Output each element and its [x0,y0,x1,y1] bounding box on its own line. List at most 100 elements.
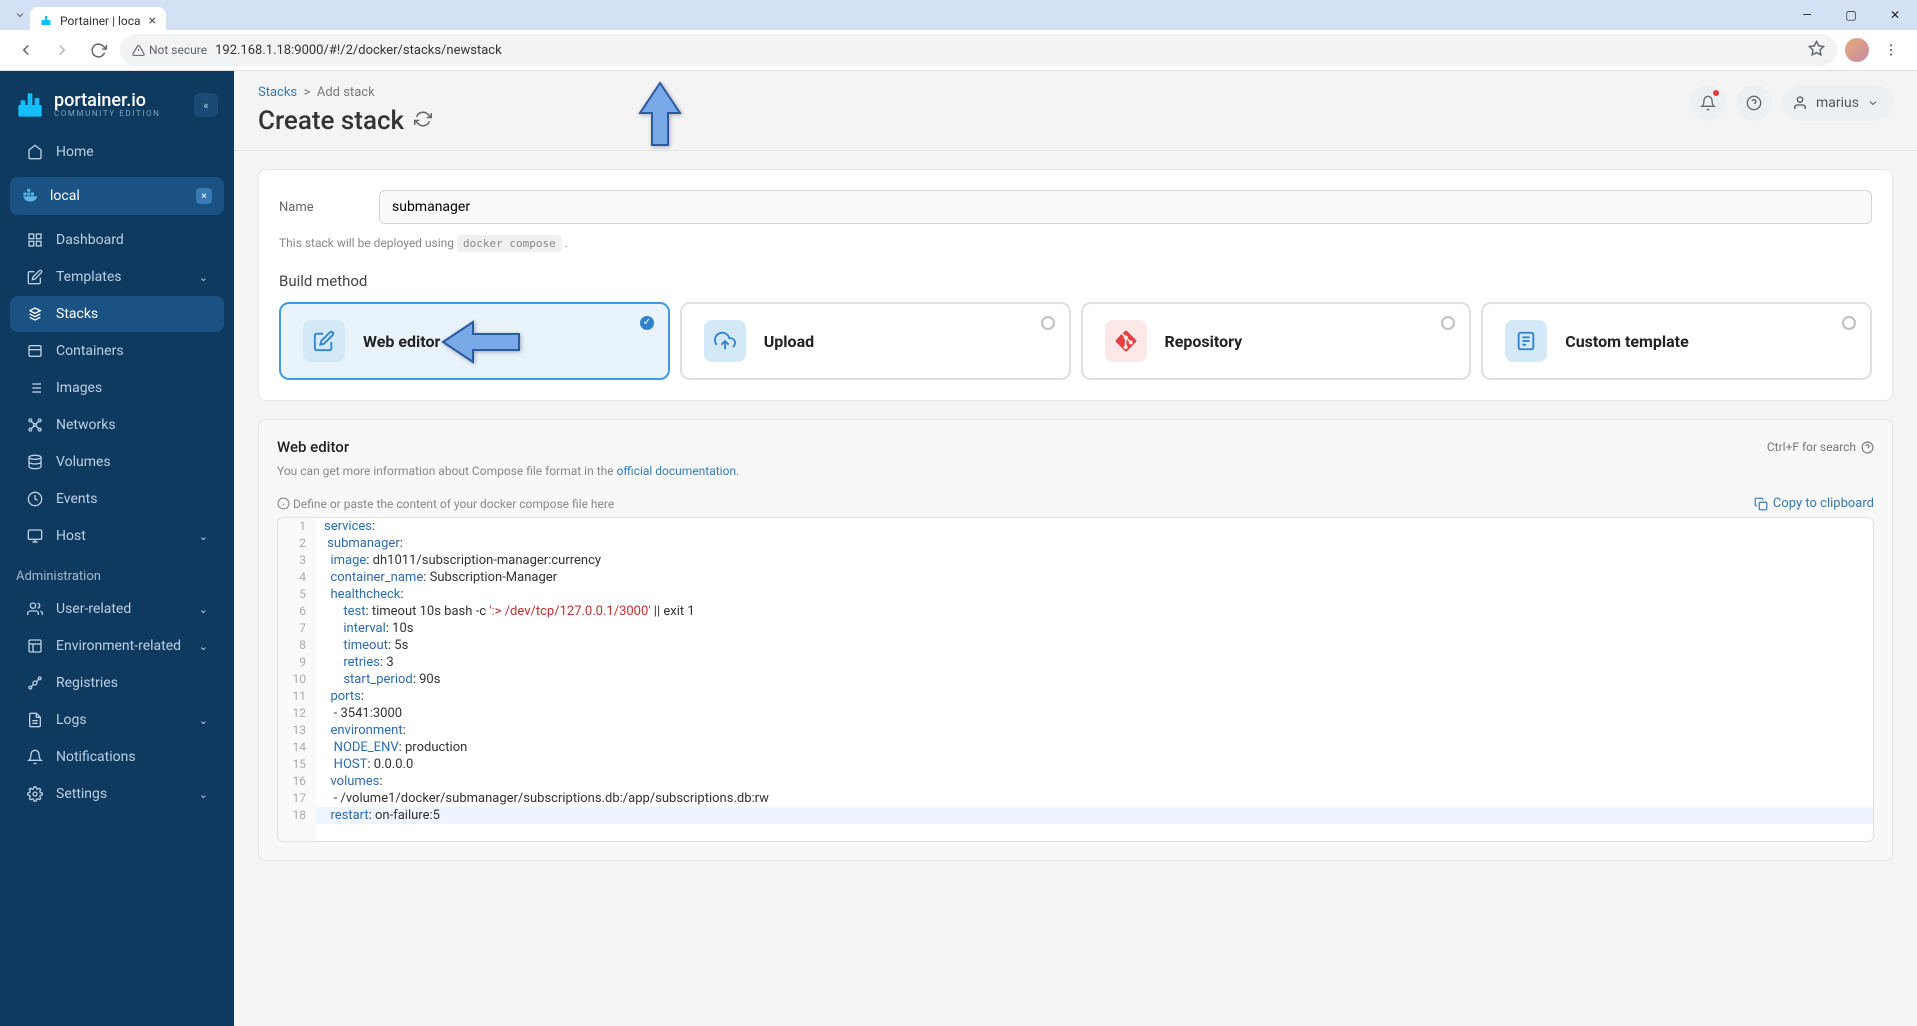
method-web-editor[interactable]: Web editor [279,302,670,380]
method-radio-icon [1842,316,1856,330]
warning-icon [132,44,145,57]
notifications-button[interactable] [1690,85,1726,121]
nav-reload-button[interactable] [84,36,112,64]
maximize-button[interactable]: ▢ [1829,0,1873,30]
sidebar: portainer.io COMMUNITY EDITION « Home lo… [0,71,234,1026]
annotation-arrow-web-editor [431,310,531,378]
chevron-down-icon: ⌄ [199,603,208,616]
nav-back-button[interactable] [12,36,40,64]
sidebar-admin-item-logs[interactable]: Logs⌄ [10,702,224,738]
tab-title: Portainer | loca [60,14,141,28]
admin-icon [26,711,44,729]
browser-menu-button[interactable] [1877,36,1905,64]
sidebar-section-admin: Administration [0,555,234,590]
refresh-icon[interactable] [414,110,432,133]
help-button[interactable] [1736,85,1772,121]
security-chip[interactable]: Not secure [132,43,207,57]
sidebar-item-networks[interactable]: Networks [10,407,224,443]
breadcrumb: Stacks > Add stack [258,85,432,100]
templates-icon [26,268,44,286]
environment-chip[interactable]: local × [10,177,224,215]
sidebar-collapse-button[interactable]: « [194,93,218,117]
editor-placeholder-hint: Define or paste the content of your dock… [293,497,614,511]
url-text: 192.168.1.18:9000/#!/2/docker/stacks/new… [215,43,502,58]
admin-icon [26,637,44,655]
docker-icon [22,185,40,207]
sidebar-item-host[interactable]: Host⌄ [10,518,224,554]
browser-toolbar: Not secure 192.168.1.18:9000/#!/2/docker… [0,30,1917,70]
method-upload[interactable]: Upload [680,302,1071,380]
tab-close-icon[interactable]: × [149,13,156,29]
chevron-down-icon: ⌄ [199,788,208,801]
chevron-down-icon: ⌄ [199,530,208,543]
name-label: Name [279,200,379,215]
pencil-square-icon [303,320,345,362]
copy-to-clipboard-button[interactable]: Copy to clipboard [1754,496,1874,511]
admin-icon [26,748,44,766]
portainer-favicon-icon [40,15,52,27]
sidebar-item-images[interactable]: Images [10,370,224,406]
stacks-icon [26,305,44,323]
portainer-logo-icon [16,91,44,119]
sidebar-item-dashboard[interactable]: Dashboard [10,222,224,258]
stack-name-input[interactable] [379,190,1872,224]
method-radio-selected-icon [640,316,654,330]
web-editor-card: Web editor Ctrl+F for search You can get… [258,419,1893,861]
sidebar-admin-item-settings[interactable]: Settings⌄ [10,776,224,812]
user-menu[interactable]: marius [1782,85,1893,121]
sidebar-admin-item-notifications[interactable]: Notifications [10,739,224,775]
breadcrumb-stacks-link[interactable]: Stacks [258,85,297,100]
minimize-button[interactable]: — [1785,0,1829,30]
method-radio-icon [1441,316,1455,330]
git-icon [1105,320,1147,362]
app-shell: portainer.io COMMUNITY EDITION « Home lo… [0,70,1917,1026]
build-method-grid: Web editor Upload [279,302,1872,380]
method-radio-icon [1041,316,1055,330]
method-custom-template[interactable]: Custom template [1481,302,1872,380]
nav-forward-button[interactable] [48,36,76,64]
chevron-down-icon: ⌄ [199,714,208,727]
web-editor-title: Web editor [277,438,349,456]
page-header: Stacks > Add stack Create stack [234,71,1917,151]
method-repository[interactable]: Repository [1081,302,1472,380]
sidebar-item-stacks[interactable]: Stacks [10,296,224,332]
search-hint: Ctrl+F for search [1767,440,1874,454]
browser-tab[interactable]: Portainer | loca × [30,7,166,35]
chevron-down-icon: ⌄ [199,640,208,653]
chevron-down-icon [1867,97,1879,109]
main-content: Stacks > Add stack Create stack [234,71,1917,1026]
bookmark-star-icon[interactable] [1808,40,1825,61]
compose-editor[interactable]: 1services:2 submanager:3 image: dh1011/s… [277,517,1874,842]
close-button[interactable]: ✕ [1873,0,1917,30]
containers-icon [26,342,44,360]
sidebar-item-home[interactable]: Home [10,134,224,170]
admin-icon [26,600,44,618]
env-close-icon[interactable]: × [196,188,212,204]
sidebar-item-containers[interactable]: Containers [10,333,224,369]
help-circle-icon [1861,441,1874,454]
sidebar-admin-item-user-related[interactable]: User-related⌄ [10,591,224,627]
sidebar-admin-item-registries[interactable]: Registries [10,665,224,701]
profile-avatar[interactable] [1845,38,1869,62]
sidebar-item-volumes[interactable]: Volumes [10,444,224,480]
sidebar-item-events[interactable]: Events [10,481,224,517]
user-icon [1792,95,1808,111]
annotation-arrow-name [628,71,692,175]
info-circle-icon [277,497,290,510]
page-title: Create stack [258,106,432,136]
tab-list-chevron[interactable] [10,0,30,30]
upload-cloud-icon [704,320,746,362]
sidebar-item-templates[interactable]: Templates⌄ [10,259,224,295]
url-bar[interactable]: Not secure 192.168.1.18:9000/#!/2/docker… [120,34,1837,66]
template-icon [1505,320,1547,362]
events-icon [26,490,44,508]
window-titlebar: Portainer | loca × — ▢ ✕ [0,0,1917,30]
home-icon [26,143,44,161]
docs-link[interactable]: official documentation [617,464,737,478]
build-method-label: Build method [279,272,1872,290]
host-icon [26,527,44,545]
dashboard-icon [26,231,44,249]
notification-dot-icon [1713,90,1719,96]
sidebar-admin-item-environment-related[interactable]: Environment-related⌄ [10,628,224,664]
networks-icon [26,416,44,434]
